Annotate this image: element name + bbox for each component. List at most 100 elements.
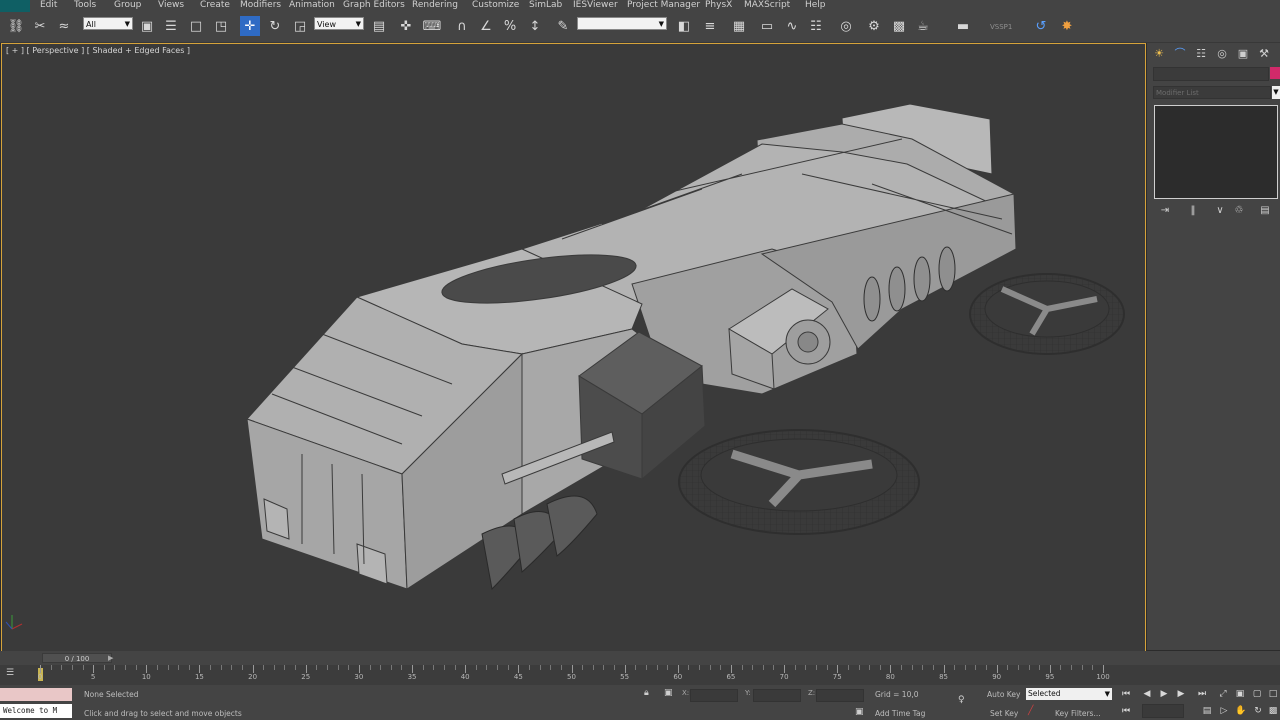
set-key-icon[interactable]: ╱: [1028, 706, 1033, 716]
menu-views[interactable]: Views: [158, 0, 184, 11]
object-color-swatch[interactable]: [1270, 67, 1280, 79]
schematic-view-icon[interactable]: ☷: [806, 16, 826, 36]
motion-icon[interactable]: ◎: [1214, 46, 1230, 60]
track-bar[interactable]: ☰ 0 5 10 15 20 25 30 35 40 45 50 55 60 65 70 75 80 85 90 95…: [0, 665, 1280, 685]
current-frame-field[interactable]: [1142, 704, 1184, 718]
modify-icon[interactable]: ⌒: [1172, 46, 1188, 60]
menu-rendering[interactable]: Rendering: [412, 0, 458, 11]
menu-simlab[interactable]: SimLab: [529, 0, 562, 11]
modifier-stack[interactable]: [1154, 105, 1278, 199]
keyboard-shortcut-override-icon[interactable]: ⌨: [422, 16, 442, 36]
refresh-icon[interactable]: ↺: [1031, 16, 1051, 36]
named-selection-dropdown[interactable]: ▼: [577, 17, 667, 30]
select-by-name-icon[interactable]: ☰: [161, 16, 181, 36]
chevron-down-icon[interactable]: ▼: [1272, 86, 1280, 99]
menu-group[interactable]: Group: [114, 0, 141, 11]
display-icon[interactable]: ▣: [1235, 46, 1251, 60]
next-frame-icon[interactable]: ▶: [108, 654, 113, 662]
menu-physx[interactable]: PhysX: [705, 0, 732, 11]
maxscript-output[interactable]: Welcome to M: [0, 704, 72, 718]
rendered-frame-icon[interactable]: ▩: [889, 16, 909, 36]
unlink-icon[interactable]: ✂: [30, 16, 50, 36]
render-icon[interactable]: ☕: [913, 16, 933, 36]
zoom-region-icon[interactable]: ▢: [1250, 688, 1264, 700]
pin-stack-icon[interactable]: ⇥: [1157, 203, 1173, 217]
orbit-icon[interactable]: ✋: [1234, 705, 1248, 717]
percent-snap-icon[interactable]: %: [500, 16, 520, 36]
menu-help[interactable]: Help: [805, 0, 826, 11]
layer-manager-icon[interactable]: ▦: [729, 16, 749, 36]
render-setup-icon[interactable]: ⚙: [864, 16, 884, 36]
go-to-end-icon[interactable]: ⏭︎: [1195, 688, 1209, 700]
modifier-list-dropdown[interactable]: Modifier List: [1153, 86, 1271, 99]
time-tag-icon[interactable]: ▣: [855, 707, 864, 717]
y-coordinate-field[interactable]: [753, 689, 801, 702]
pan-icon[interactable]: ▷: [1217, 705, 1231, 717]
mini-curve-editor-icon[interactable]: ☰: [6, 668, 22, 680]
menu-edit[interactable]: Edit: [40, 0, 57, 11]
make-unique-icon[interactable]: ∨: [1212, 203, 1228, 217]
field-of-view-icon[interactable]: ▩: [1266, 705, 1280, 717]
mirror-icon[interactable]: ◧: [674, 16, 694, 36]
absolute-mode-icon[interactable]: ▣: [664, 688, 673, 698]
selection-filter-dropdown[interactable]: All ▼: [83, 17, 133, 30]
curve-editor-icon[interactable]: ∿: [782, 16, 802, 36]
select-move-icon[interactable]: ✛: [240, 16, 260, 36]
graphite-ribbon-icon[interactable]: ▭: [757, 16, 777, 36]
menu-maxscript[interactable]: MAXScript: [744, 0, 790, 11]
pivot-icon[interactable]: ▤: [369, 16, 389, 36]
frame-display[interactable]: 0 / 100: [42, 653, 112, 663]
remove-modifier-icon[interactable]: ♲: [1231, 203, 1247, 217]
select-rotate-icon[interactable]: ↻: [265, 16, 285, 36]
edit-named-selection-icon[interactable]: ✎: [553, 16, 573, 36]
add-time-tag[interactable]: Add Time Tag: [875, 709, 925, 718]
previous-frame-icon[interactable]: ◀: [1140, 688, 1154, 700]
maxscript-listener-input[interactable]: [0, 688, 72, 701]
key-filters-button[interactable]: Key Filters...: [1055, 709, 1101, 718]
zoom-extents-icon[interactable]: ⤢: [1216, 688, 1230, 700]
window-crossing-icon[interactable]: ◳: [211, 16, 231, 36]
key-icon[interactable]: ♀: [958, 695, 965, 705]
lock-icon[interactable]: 🔒︎: [644, 688, 649, 698]
snap-toggle-icon[interactable]: ∩: [452, 16, 472, 36]
key-mode-toggle-icon[interactable]: ⏮︎: [1119, 705, 1133, 717]
show-end-result-icon[interactable]: ‖: [1185, 203, 1201, 217]
angle-snap-icon[interactable]: ∠: [476, 16, 496, 36]
create-icon[interactable]: ☀: [1151, 46, 1167, 60]
spinner-snap-icon[interactable]: ↕: [525, 16, 545, 36]
menu-iesviewer[interactable]: IESViewer: [573, 0, 618, 11]
link-icon[interactable]: ⛓: [6, 16, 26, 36]
reference-coordinate-dropdown[interactable]: View ▼: [314, 17, 364, 30]
menu-project-manager[interactable]: Project Manager: [627, 0, 700, 11]
app-logo[interactable]: [0, 0, 30, 12]
region-select-icon[interactable]: □: [186, 16, 206, 36]
select-scale-icon[interactable]: ◲: [290, 16, 310, 36]
set-key-button[interactable]: Set Key: [990, 709, 1018, 718]
time-config-icon[interactable]: ▤: [1200, 705, 1214, 717]
zoom-extents-all-icon[interactable]: ▣: [1233, 688, 1247, 700]
maximize-viewport-icon[interactable]: □: [1266, 688, 1280, 700]
material-editor-icon[interactable]: ◎: [836, 16, 856, 36]
menu-create[interactable]: Create: [200, 0, 230, 11]
render-iterative-icon[interactable]: ▬: [953, 16, 973, 36]
bind-spacewarp-icon[interactable]: ≈: [54, 16, 74, 36]
menu-animation[interactable]: Animation: [289, 0, 335, 11]
hierarchy-icon[interactable]: ☷: [1193, 46, 1209, 60]
go-to-start-icon[interactable]: ⏮︎: [1119, 688, 1133, 700]
auto-key-button[interactable]: Auto Key: [987, 690, 1020, 699]
walk-through-icon[interactable]: ↻: [1251, 705, 1265, 717]
select-object-icon[interactable]: ▣: [137, 16, 157, 36]
select-manipulate-icon[interactable]: ✜: [396, 16, 416, 36]
align-icon[interactable]: ≡: [700, 16, 720, 36]
spaceship-model[interactable]: [246, 103, 1017, 590]
object-name-field[interactable]: [1153, 67, 1269, 81]
vray-icon[interactable]: ✸: [1057, 16, 1077, 36]
next-frame-button-icon[interactable]: ▶: [1174, 688, 1188, 700]
key-mode-dropdown[interactable]: Selected ▼: [1026, 688, 1112, 700]
menu-graph-editors[interactable]: Graph Editors: [343, 0, 405, 11]
menu-modifiers[interactable]: Modifiers: [240, 0, 281, 11]
configure-sets-icon[interactable]: ▤: [1257, 203, 1273, 217]
time-slider[interactable]: 0 / 100 ▶: [0, 651, 1280, 665]
play-icon[interactable]: ▶: [1157, 688, 1171, 700]
menu-tools[interactable]: Tools: [74, 0, 96, 11]
